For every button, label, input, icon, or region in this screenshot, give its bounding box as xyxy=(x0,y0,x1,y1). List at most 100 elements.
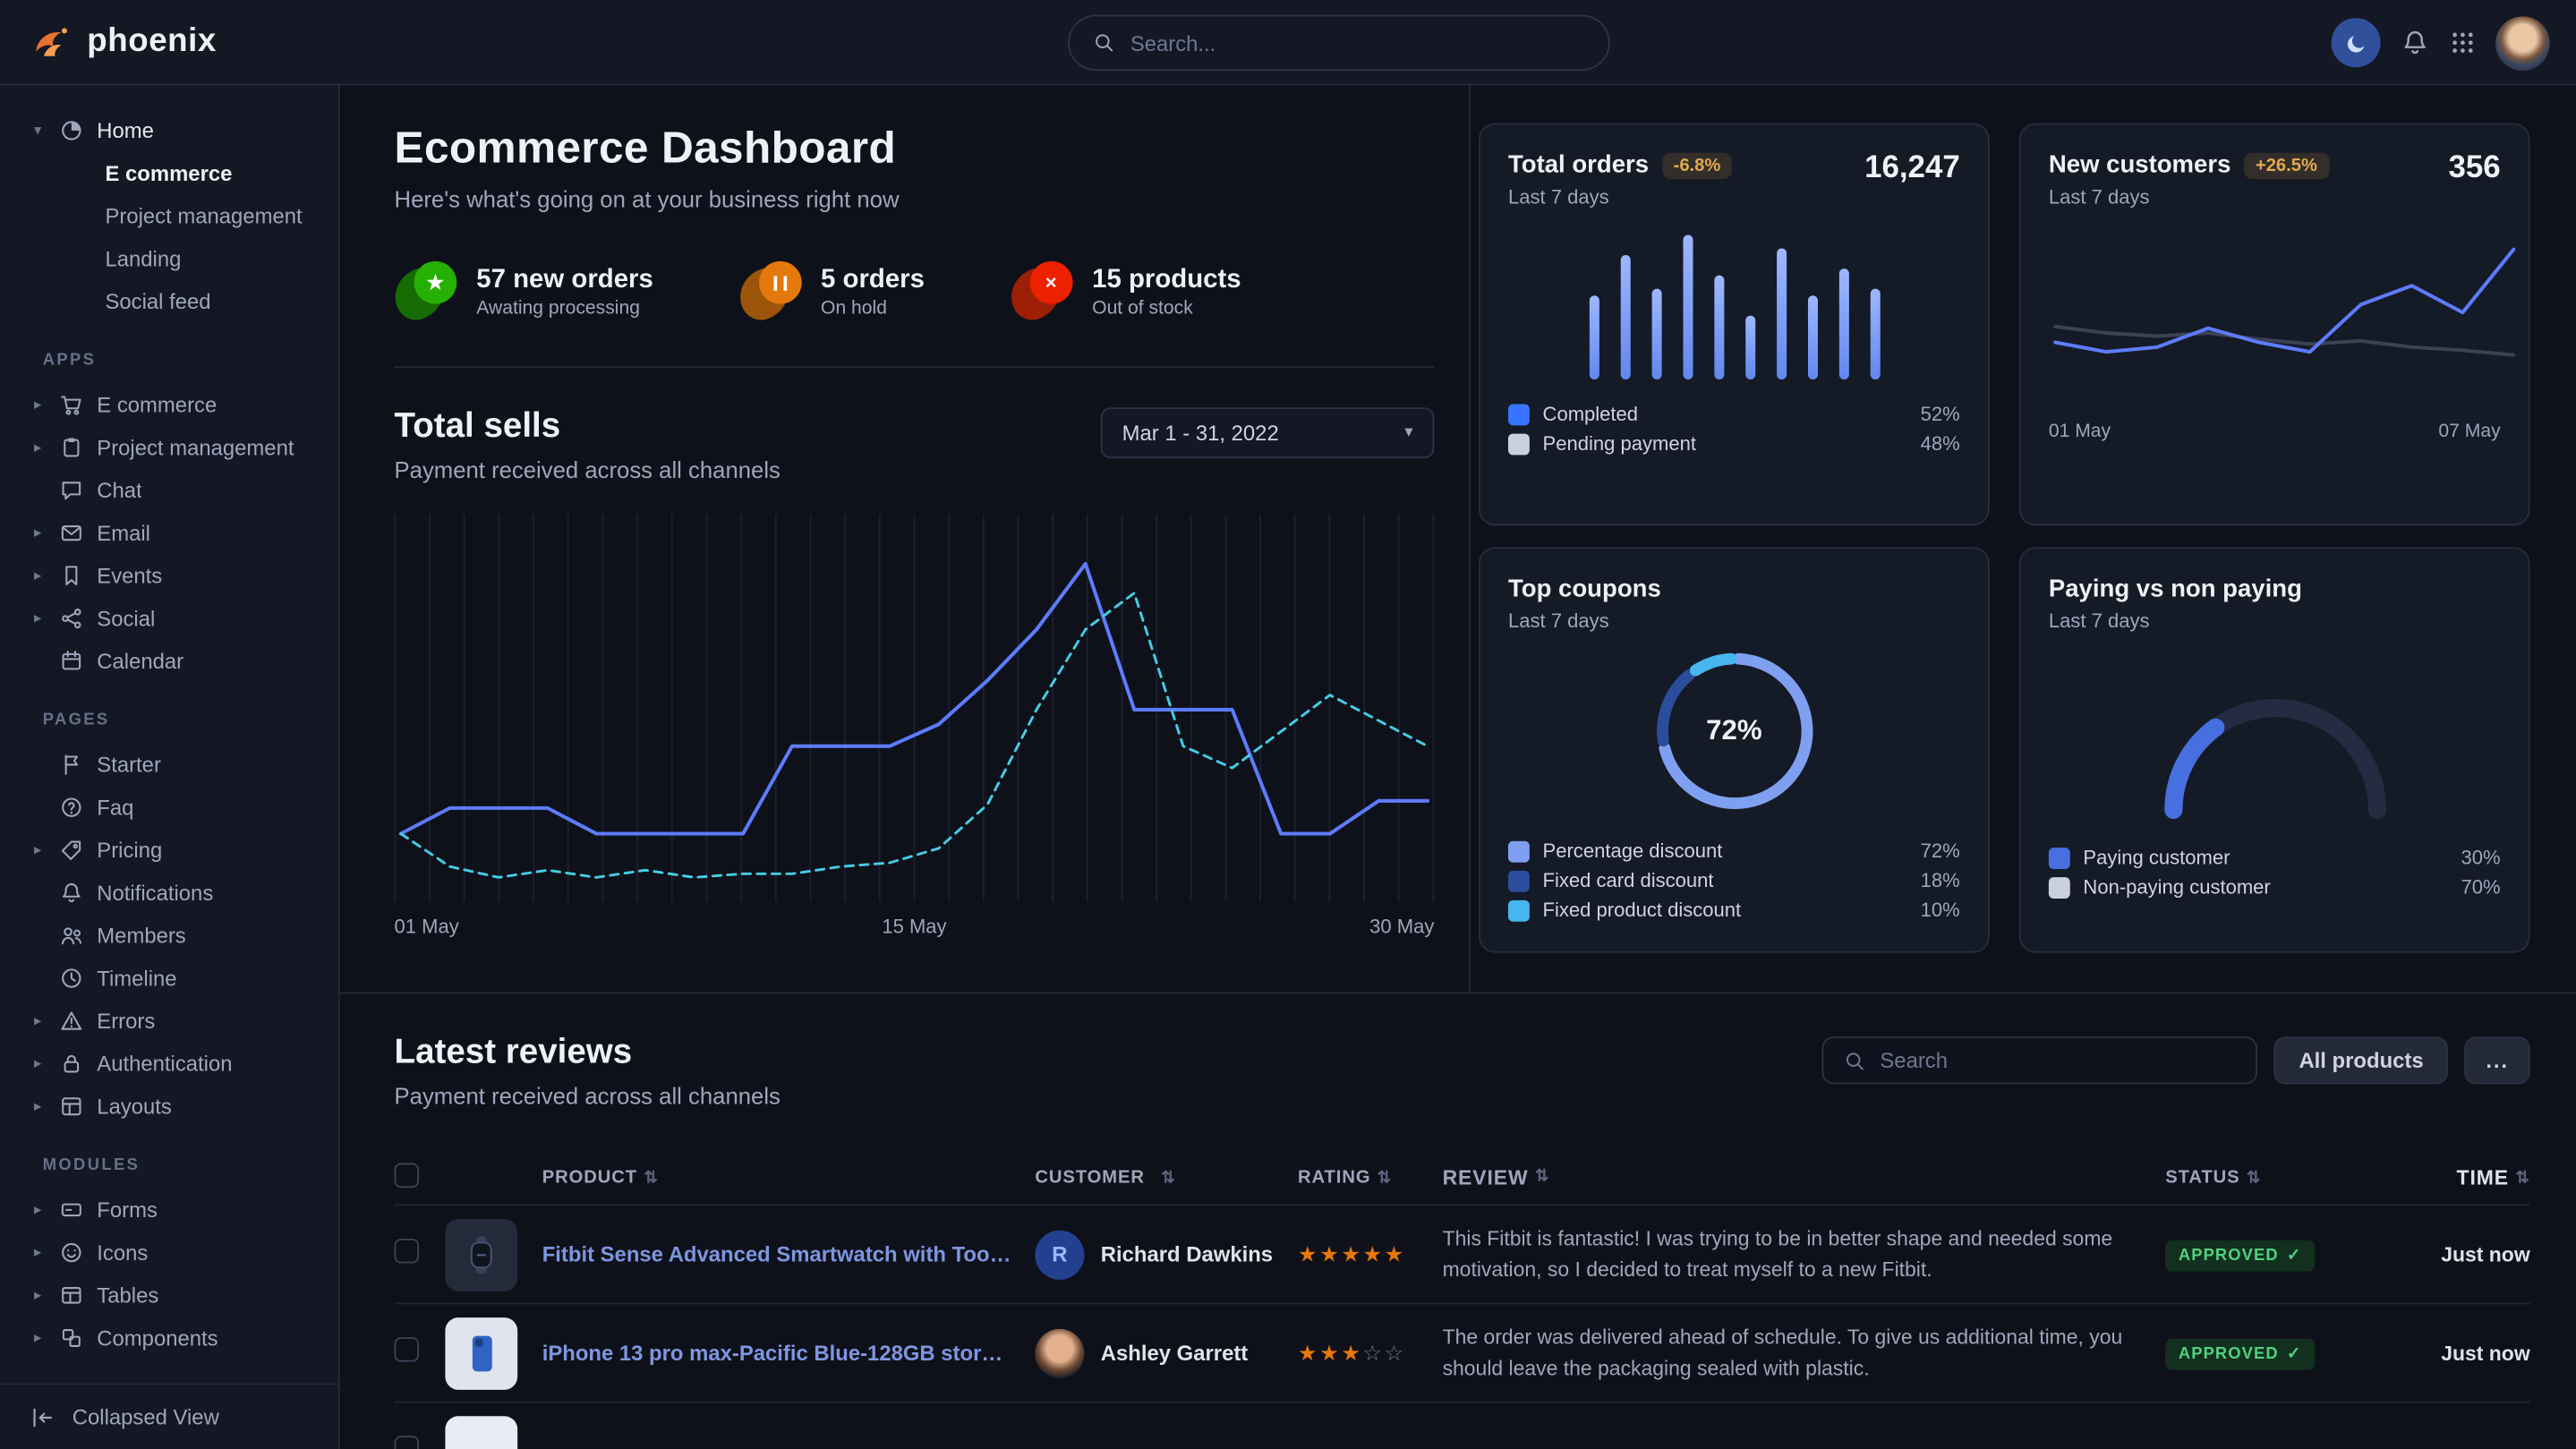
date-range-value: Mar 1 - 31, 2022 xyxy=(1122,421,1279,446)
sidebar-item-social[interactable]: ▸Social xyxy=(20,596,322,639)
sidebar-subitem-project-management[interactable]: Project management xyxy=(20,194,322,237)
search-icon xyxy=(1093,31,1116,55)
sidebar-item-icons[interactable]: ▸Icons xyxy=(20,1231,322,1274)
cart-icon xyxy=(59,392,84,417)
legend-swatch xyxy=(2049,876,2070,898)
caret-right-icon: ▸ xyxy=(30,1328,46,1346)
sidebar-item-timeline[interactable]: Timeline xyxy=(20,956,322,999)
pause-icon xyxy=(738,261,801,324)
col-header-rating[interactable]: RATING⇅ xyxy=(1298,1168,1443,1188)
dashboard-cards: Total orders -6.8% Last 7 days 16,247 Co… xyxy=(1471,85,2576,992)
sidebar-item-layouts[interactable]: ▸Layouts xyxy=(20,1084,322,1127)
caret-right-icon: ▸ xyxy=(30,438,46,456)
sidebar-item-label: Project management xyxy=(97,434,294,459)
sidebar-item-notifications[interactable]: Notifications xyxy=(20,871,322,914)
sidebar-item-project-management[interactable]: ▸ Project management xyxy=(20,425,322,468)
x-tick: 15 May xyxy=(882,915,946,938)
row-checkbox[interactable] xyxy=(395,1336,420,1361)
star-icon: ★ xyxy=(395,261,457,324)
sidebar-item-calendar[interactable]: Calendar xyxy=(20,639,322,682)
row-checkbox[interactable] xyxy=(395,1435,420,1449)
form-icon xyxy=(59,1197,84,1222)
reviews-search[interactable] xyxy=(1822,1036,2257,1084)
date-range-select[interactable]: Mar 1 - 31, 2022 ▾ xyxy=(1101,407,1435,458)
global-search-input[interactable] xyxy=(1130,30,1585,55)
sidebar-subitem-social-feed[interactable]: Social feed xyxy=(20,279,322,322)
legend-item-completed: Completed52% xyxy=(1508,399,1960,429)
legend-item-fixed-product-discount: Fixed product discount10% xyxy=(1508,895,1960,925)
sidebar-item-errors[interactable]: ▸Errors xyxy=(20,999,322,1042)
sidebar-item-components[interactable]: ▸Components xyxy=(20,1316,322,1359)
theme-toggle-button[interactable] xyxy=(2332,18,2381,67)
sidebar-item-home[interactable]: ▾Home xyxy=(20,108,322,151)
reviews-search-input[interactable] xyxy=(1880,1048,2236,1073)
sidebar-item-label: Notifications xyxy=(97,880,213,905)
sidebar-item-faq[interactable]: Faq xyxy=(20,785,322,828)
caret-right-icon: ▸ xyxy=(30,840,46,858)
latest-reviews-section: Latest reviews Payment received across a… xyxy=(340,993,2576,1449)
sidebar-subitem-e-commerce[interactable]: E commerce xyxy=(20,151,322,194)
notifications-button[interactable] xyxy=(2401,28,2430,57)
sidebar-section-label-modules: MODULES xyxy=(43,1156,322,1174)
col-header-time[interactable]: TIME⇅ xyxy=(2362,1166,2529,1189)
sidebar-item-label: Social xyxy=(97,605,155,630)
col-header-customer[interactable]: CUSTOMER⇅ xyxy=(1035,1168,1298,1188)
brand[interactable]: phoenix xyxy=(30,20,217,64)
col-header-product[interactable]: PRODUCT⇅ xyxy=(542,1168,1036,1188)
sidebar-item-tables[interactable]: ▸Tables xyxy=(20,1274,322,1317)
top-coupons-card: Top coupons Last 7 days 72% Percentage d… xyxy=(1479,547,1990,952)
product-link[interactable]: Fitbit Sense Advanced Smartwatch with To… xyxy=(542,1242,1012,1267)
sidebar-item-email[interactable]: ▸Email xyxy=(20,511,322,554)
product-thumbnail[interactable] xyxy=(445,1317,517,1389)
stat-out-of-stock: ×15 productsOut of stock xyxy=(1010,261,1241,324)
bookmark-icon xyxy=(59,563,84,588)
sidebar-item-authentication[interactable]: ▸Authentication xyxy=(20,1042,322,1085)
row-checkbox[interactable] xyxy=(395,1238,420,1263)
global-search[interactable] xyxy=(1068,15,1610,71)
select-all-checkbox[interactable] xyxy=(395,1163,420,1189)
sidebar-item-events[interactable]: ▸Events xyxy=(20,554,322,597)
check-icon: ✓ xyxy=(2287,1344,2301,1362)
top-coupons-donut-chart: 72% xyxy=(1649,645,1820,816)
legend-swatch xyxy=(2049,847,2070,868)
sidebar-item-label: Calendar xyxy=(97,648,183,673)
sidebar-item-chat[interactable]: Chat xyxy=(20,468,322,511)
sort-icon: ⇅ xyxy=(1161,1169,1175,1187)
brand-name: phoenix xyxy=(87,23,217,61)
lock-icon xyxy=(59,1051,84,1076)
stat-caption: Out of stock xyxy=(1092,299,1241,319)
legend-label: Percentage discount xyxy=(1543,840,1723,863)
caret-right-icon: ▸ xyxy=(30,1053,46,1071)
customer-name: Ashley Garrett xyxy=(1101,1341,1248,1366)
card-period: Last 7 days xyxy=(2049,185,2329,209)
legend-item-pending-payment: Pending payment48% xyxy=(1508,429,1960,458)
stat-value: 5 orders xyxy=(821,266,925,295)
more-options-button[interactable]: ... xyxy=(2465,1036,2530,1084)
all-products-button[interactable]: All products xyxy=(2274,1036,2448,1084)
card-period: Last 7 days xyxy=(1508,609,1661,633)
product-thumbnail[interactable] xyxy=(445,1218,517,1291)
sidebar-subitem-landing[interactable]: Landing xyxy=(20,236,322,279)
sidebar-item-members[interactable]: Members xyxy=(20,914,322,957)
pie-icon xyxy=(59,117,84,142)
clock-icon xyxy=(59,965,84,990)
total-sells-subtitle: Payment received across all channels xyxy=(395,456,780,482)
sidebar-item-forms[interactable]: ▸Forms xyxy=(20,1188,322,1231)
legend-value: 30% xyxy=(2461,846,2501,869)
sidebar-item-label: Events xyxy=(97,563,162,588)
col-header-review[interactable]: REVIEW⇅ xyxy=(1443,1163,2166,1192)
apps-grid-button[interactable] xyxy=(2450,30,2476,55)
sidebar-item-label: Email xyxy=(97,520,150,545)
col-header-status[interactable]: STATUS⇅ xyxy=(2165,1168,2362,1188)
user-avatar[interactable] xyxy=(2495,15,2550,70)
sidebar-item-pricing[interactable]: ▸Pricing xyxy=(20,828,322,871)
sidebar-item-e-commerce[interactable]: ▸E commerce xyxy=(20,383,322,426)
total-orders-bar-chart xyxy=(1508,228,1960,379)
legend-item-paying-customer: Paying customer30% xyxy=(2049,843,2501,873)
sidebar-item-starter[interactable]: Starter xyxy=(20,743,322,786)
legend-item-fixed-card-discount: Fixed card discount18% xyxy=(1508,865,1960,895)
product-link[interactable]: iPhone 13 pro max-Pacific Blue-128GB sto… xyxy=(542,1341,1012,1366)
collapsed-view-toggle[interactable]: Collapsed View xyxy=(0,1383,338,1448)
search-icon xyxy=(1844,1049,1867,1072)
product-thumbnail[interactable] xyxy=(445,1415,517,1449)
